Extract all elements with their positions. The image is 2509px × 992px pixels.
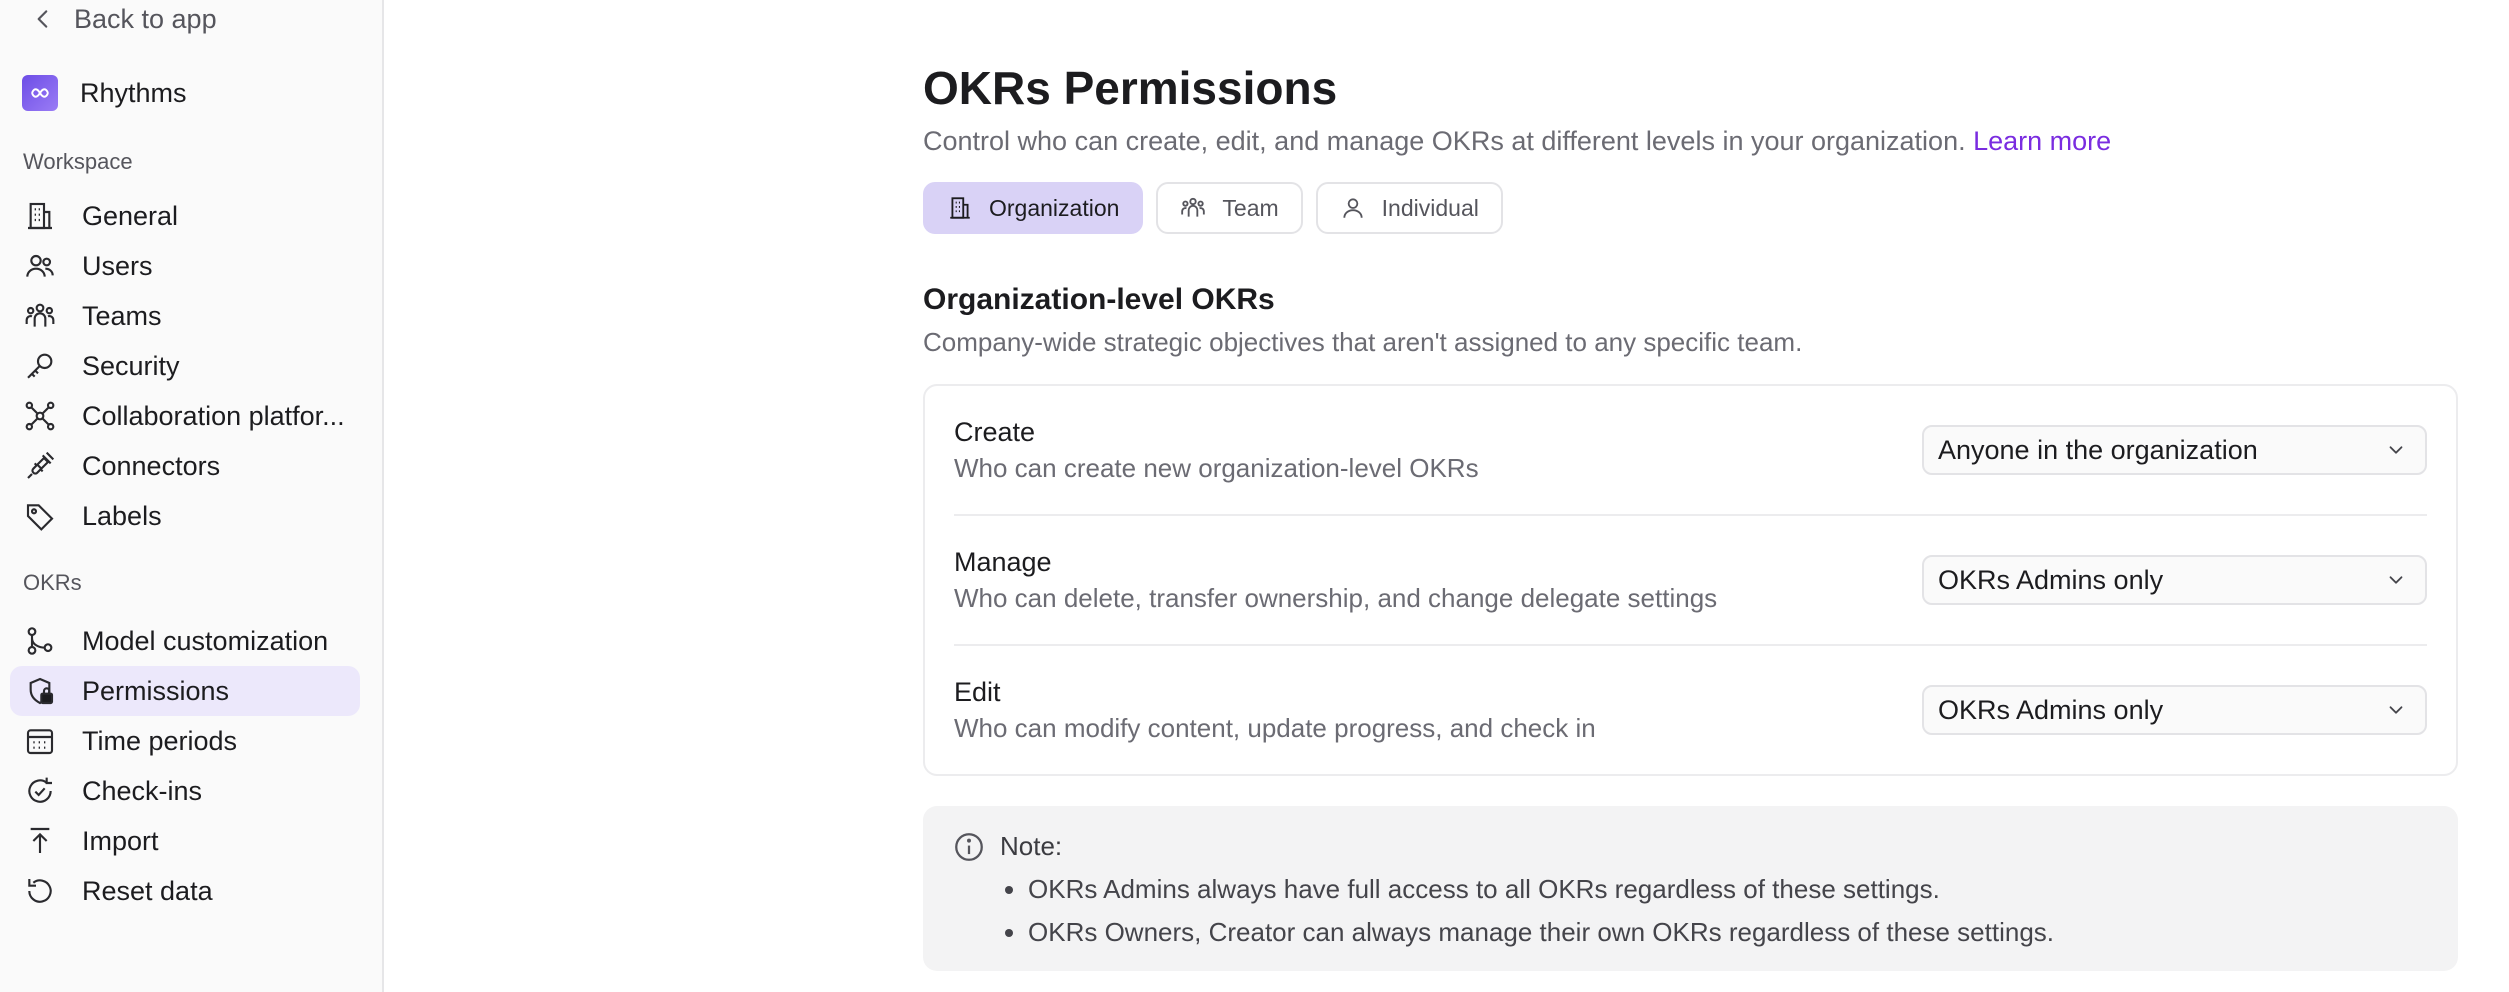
sidebar-item-teams[interactable]: Teams: [10, 291, 360, 341]
branch-icon: [24, 625, 56, 657]
sidebar-item-permissions[interactable]: Permissions: [10, 666, 360, 716]
permission-title: Edit: [954, 677, 1001, 707]
teams-icon: [24, 300, 56, 332]
sidebar-item-reset-data[interactable]: Reset data: [10, 866, 360, 916]
select-value: OKRs Admins only: [1938, 694, 2164, 725]
teams-icon: [1181, 197, 1206, 217]
shield-lock-icon: [24, 675, 56, 707]
create-permission-select[interactable]: Anyone in the organization: [1922, 425, 2427, 475]
level-tabs: Organization Team Individual: [923, 182, 2458, 234]
workspace-nav: General Users Teams Security Collaborati…: [10, 191, 372, 541]
manage-permission-select[interactable]: OKRs Admins only: [1922, 555, 2427, 605]
page-subtitle: Control who can create, edit, and manage…: [923, 124, 2458, 158]
permission-text: Manage Who can delete, transfer ownershi…: [954, 544, 1717, 616]
permission-description: Who can create new organization-level OK…: [954, 453, 1479, 483]
sidebar-item-label: Reset data: [82, 875, 213, 906]
note-title: Note:: [1000, 831, 1063, 861]
permission-row-edit: Edit Who can modify content, update prog…: [954, 646, 2427, 774]
brand: Rhythms: [10, 69, 372, 117]
tab-organization[interactable]: Organization: [923, 182, 1144, 234]
upload-icon: [24, 825, 56, 857]
brand-name: Rhythms: [80, 77, 187, 108]
sidebar-item-label: Import: [82, 825, 159, 856]
chevron-left-icon: [37, 10, 48, 28]
section-subtitle: Company-wide strategic objectives that a…: [923, 327, 1803, 357]
content: OKRs Permissions Control who can create,…: [923, 0, 2458, 971]
permission-description: Who can delete, transfer ownership, and …: [954, 583, 1718, 613]
app-root: Back to app Rhythms Workspace General Us…: [0, 0, 2509, 992]
building-icon: [24, 200, 56, 232]
permission-description: Who can modify content, update progress,…: [954, 713, 1596, 743]
sidebar-item-label: Labels: [82, 500, 162, 531]
sidebar-item-general[interactable]: General: [10, 191, 360, 241]
note-item: OKRs Owners, Creator can always manage t…: [1028, 911, 2054, 954]
permission-text: Edit Who can modify content, update prog…: [954, 674, 1596, 746]
select-value: Anyone in the organization: [1938, 434, 2258, 465]
learn-more-link[interactable]: Learn more: [1973, 126, 2111, 156]
sidebar-item-label: Collaboration platfor...: [82, 400, 345, 431]
page-title: OKRs Permissions: [923, 62, 1338, 114]
sidebar-item-labels[interactable]: Labels: [10, 491, 360, 541]
edit-permission-select[interactable]: OKRs Admins only: [1922, 685, 2427, 735]
person-icon: [1343, 198, 1363, 218]
main-panel: OKRs Permissions Control who can create,…: [384, 0, 2509, 992]
sidebar-item-label: Model customization: [82, 625, 329, 656]
permission-title: Create: [954, 417, 1036, 447]
page-subtitle-text: Control who can create, edit, and manage…: [923, 126, 1966, 156]
back-to-app-label: Back to app: [74, 3, 217, 34]
key-icon: [24, 350, 56, 382]
back-to-app-link[interactable]: Back to app: [10, 0, 372, 38]
refresh-check-icon: [24, 775, 56, 807]
permission-title: Manage: [954, 547, 1052, 577]
tag-icon: [24, 500, 56, 532]
sidebar-item-label: Check-ins: [82, 775, 203, 806]
permission-row-create: Create Who can create new organization-l…: [954, 386, 2427, 516]
note-box: Note: OKRs Admins always have full acces…: [923, 806, 2458, 971]
workspace-section-label: Workspace: [23, 149, 133, 174]
sidebar-item-label: Permissions: [82, 675, 230, 706]
okrs-section-label: OKRs: [23, 570, 82, 595]
plug-icon: [24, 450, 56, 482]
sidebar-item-users[interactable]: Users: [10, 241, 360, 291]
sidebar-item-label: Time periods: [82, 725, 238, 756]
sidebar-item-check-ins[interactable]: Check-ins: [10, 766, 360, 816]
note-list: OKRs Admins always have full access to a…: [1000, 868, 2054, 954]
tab-team[interactable]: Team: [1156, 182, 1303, 234]
sidebar-item-time-periods[interactable]: Time periods: [10, 716, 360, 766]
note-content: Note: OKRs Admins always have full acces…: [1000, 828, 2054, 949]
network-icon: [24, 400, 56, 432]
sidebar-item-label: Security: [82, 350, 180, 381]
okrs-nav: Model customization Permissions Time per…: [10, 616, 372, 916]
calendar-icon: [24, 725, 56, 757]
sidebar-item-connectors[interactable]: Connectors: [10, 441, 360, 491]
permission-text: Create Who can create new organization-l…: [954, 414, 1479, 486]
select-value: OKRs Admins only: [1938, 564, 2164, 595]
section-title: Organization-level OKRs: [923, 283, 1275, 316]
sidebar-item-import[interactable]: Import: [10, 816, 360, 866]
tab-label: Organization: [989, 194, 1120, 221]
sidebar: Back to app Rhythms Workspace General Us…: [0, 0, 384, 992]
sidebar-item-label: Teams: [82, 300, 162, 331]
users-icon: [24, 250, 56, 282]
chevron-down-icon: [2389, 706, 2403, 714]
sidebar-item-label: General: [82, 200, 179, 231]
sidebar-item-label: Users: [82, 250, 153, 281]
sidebar-item-model-customization[interactable]: Model customization: [10, 616, 360, 666]
sidebar-item-collaboration-platforms[interactable]: Collaboration platfor...: [10, 391, 360, 441]
chevron-down-icon: [2389, 576, 2403, 584]
tab-label: Individual: [1381, 194, 1479, 221]
note-item: OKRs Admins always have full access to a…: [1028, 868, 2054, 911]
info-icon: [952, 830, 986, 864]
rhythms-logo-icon: [22, 75, 58, 111]
tab-individual[interactable]: Individual: [1315, 182, 1503, 234]
building-icon: [950, 197, 970, 219]
permission-row-manage: Manage Who can delete, transfer ownershi…: [954, 516, 2427, 646]
permissions-card: Create Who can create new organization-l…: [923, 384, 2458, 776]
sidebar-item-label: Connectors: [82, 450, 221, 481]
tab-label: Team: [1222, 194, 1279, 221]
sidebar-item-security[interactable]: Security: [10, 341, 360, 391]
chevron-down-icon: [2389, 446, 2403, 454]
reset-icon: [24, 875, 56, 907]
